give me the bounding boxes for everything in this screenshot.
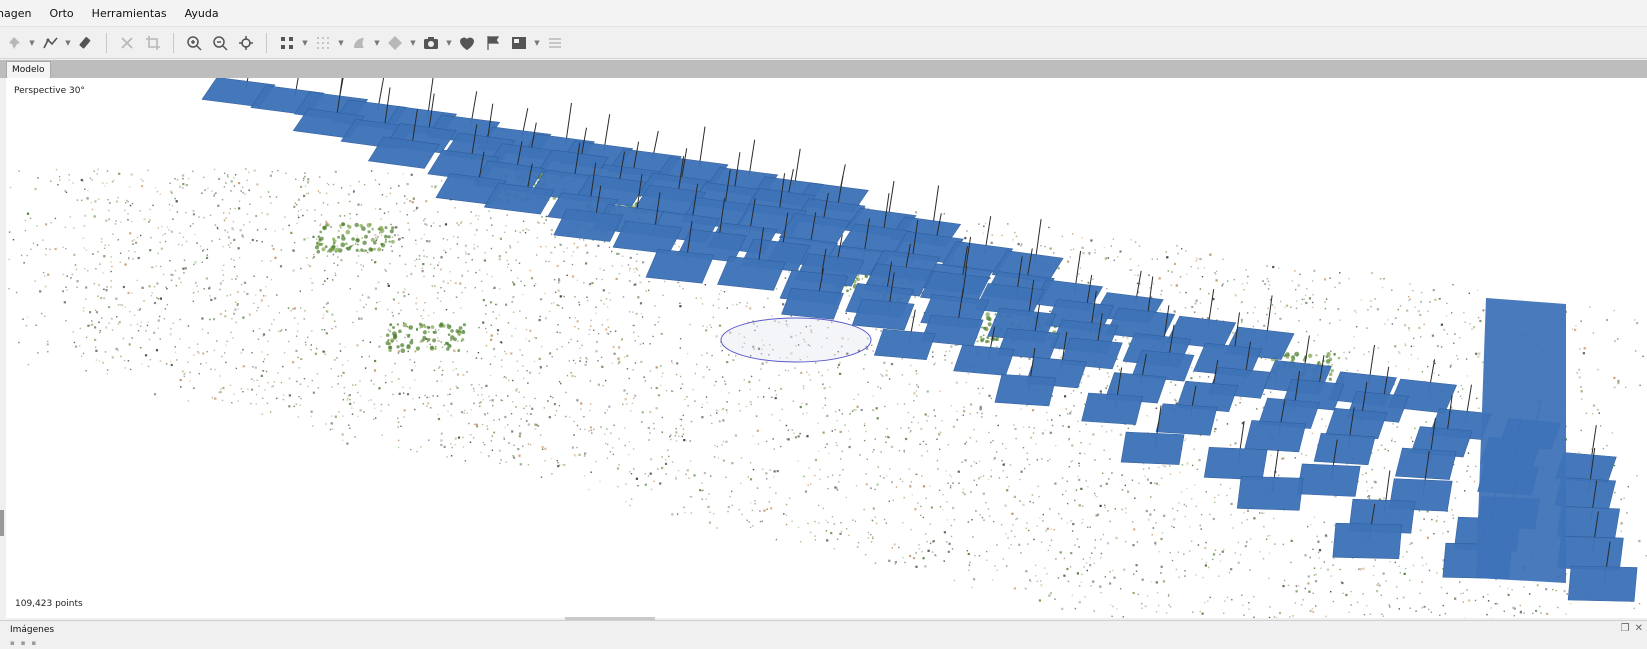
toolbar-separator bbox=[173, 33, 174, 53]
tab-model[interactable]: Modelo bbox=[6, 61, 51, 79]
camera-plane bbox=[718, 256, 786, 290]
crop-button[interactable] bbox=[141, 31, 165, 55]
diamond-icon bbox=[387, 35, 403, 51]
tab-bar: Modelo bbox=[0, 60, 1647, 78]
crop-icon bbox=[145, 35, 161, 51]
navigation-trackball bbox=[721, 318, 871, 362]
polyline-icon bbox=[42, 35, 58, 51]
chevron-down-icon[interactable]: ▼ bbox=[64, 39, 72, 47]
list-button[interactable] bbox=[543, 31, 567, 55]
camera-plane bbox=[1082, 393, 1143, 425]
flag-button[interactable] bbox=[481, 31, 505, 55]
polyline-button[interactable] bbox=[38, 31, 62, 55]
image-button[interactable] bbox=[507, 31, 531, 55]
eraser-button[interactable] bbox=[74, 31, 98, 55]
pin-button[interactable] bbox=[2, 31, 26, 55]
menu-bar: nagenOrtoHerramientasAyuda bbox=[0, 0, 1647, 27]
images-panel-tools: ▪ ▪ ▪ bbox=[10, 639, 36, 647]
chevron-down-icon[interactable]: ▼ bbox=[28, 39, 36, 47]
grid-dots-button[interactable] bbox=[311, 31, 335, 55]
chevron-down-icon[interactable]: ▼ bbox=[301, 39, 309, 47]
camera-plane bbox=[954, 345, 1015, 376]
grid-points-icon bbox=[279, 35, 295, 51]
flag-icon bbox=[485, 35, 501, 51]
shield-button[interactable] bbox=[455, 31, 479, 55]
perspective-label: Perspective 30° bbox=[14, 86, 85, 96]
diamond-button[interactable] bbox=[383, 31, 407, 55]
zoom-out-icon bbox=[212, 35, 228, 51]
grid-dots-icon bbox=[315, 35, 331, 51]
camera-plane bbox=[1297, 464, 1360, 497]
shape-icon bbox=[351, 35, 367, 51]
panel-tool-icon[interactable]: ▪ bbox=[21, 639, 26, 647]
camera-plane bbox=[852, 299, 914, 330]
list-icon bbox=[547, 35, 563, 51]
camera-plane bbox=[1156, 404, 1217, 436]
camera-plane bbox=[1204, 447, 1267, 480]
menu-item-ayuda[interactable]: Ayuda bbox=[176, 7, 228, 20]
camera-plane bbox=[1121, 432, 1184, 465]
camera-plane bbox=[995, 374, 1056, 406]
pin-icon bbox=[6, 35, 22, 51]
chevron-down-icon[interactable]: ▼ bbox=[373, 39, 381, 47]
camera-plane bbox=[1314, 433, 1375, 465]
move-center-button[interactable] bbox=[234, 31, 258, 55]
camera-plane bbox=[1245, 420, 1306, 452]
camera-icon bbox=[423, 35, 439, 51]
left-scroll-handle[interactable] bbox=[0, 510, 4, 536]
panel-tool-icon[interactable]: ▪ bbox=[10, 639, 15, 647]
chevron-down-icon[interactable]: ▼ bbox=[409, 39, 417, 47]
toolbar-separator bbox=[266, 33, 267, 53]
menu-item-herramientas[interactable]: Herramientas bbox=[83, 7, 176, 20]
toolbar: ▼ ▼ ▼ ▼ ▼ ▼ ▼ ▼ bbox=[0, 27, 1647, 59]
delete-x-button[interactable] bbox=[115, 31, 139, 55]
zoom-out-button[interactable] bbox=[208, 31, 232, 55]
panel-tool-icon[interactable]: ▪ bbox=[32, 639, 37, 647]
camera-button[interactable] bbox=[419, 31, 443, 55]
zoom-in-button[interactable] bbox=[182, 31, 206, 55]
chevron-down-icon[interactable]: ▼ bbox=[445, 39, 453, 47]
camera-plane bbox=[1476, 298, 1566, 583]
images-panel-title: Imágenes bbox=[10, 625, 54, 635]
chevron-down-icon[interactable]: ▼ bbox=[337, 39, 345, 47]
close-icon[interactable]: ✕ bbox=[1635, 623, 1643, 634]
image-icon bbox=[511, 35, 527, 51]
panel-window-buttons: ❐ ✕ bbox=[1621, 623, 1643, 634]
camera-plane bbox=[1237, 476, 1303, 510]
camera-plane bbox=[874, 329, 935, 360]
restore-icon[interactable]: ❐ bbox=[1621, 623, 1630, 634]
delete-x-icon bbox=[119, 35, 135, 51]
menu-item-nagen[interactable]: nagen bbox=[0, 7, 40, 20]
toolbar-separator bbox=[106, 33, 107, 53]
zoom-in-icon bbox=[186, 35, 202, 51]
camera-plane bbox=[1557, 506, 1620, 539]
camera-plane bbox=[1568, 566, 1637, 602]
camera-plane bbox=[1557, 536, 1623, 570]
move-center-icon bbox=[238, 35, 254, 51]
shape-button[interactable] bbox=[347, 31, 371, 55]
model-viewport[interactable]: Perspective 30° 109,423 points bbox=[6, 78, 1647, 618]
shield-icon bbox=[459, 35, 475, 51]
camera-plane bbox=[1333, 523, 1402, 559]
grid-points-button[interactable] bbox=[275, 31, 299, 55]
images-panel: Imágenes ▪ ▪ ▪ ❐ ✕ bbox=[0, 620, 1647, 649]
menu-item-orto[interactable]: Orto bbox=[40, 7, 82, 20]
eraser-icon bbox=[78, 35, 94, 51]
chevron-down-icon[interactable]: ▼ bbox=[533, 39, 541, 47]
camera-plane bbox=[782, 288, 844, 319]
camera-plane bbox=[646, 249, 714, 283]
points-count: 109,423 points bbox=[15, 599, 83, 609]
point-cloud-scene[interactable] bbox=[6, 78, 1647, 618]
